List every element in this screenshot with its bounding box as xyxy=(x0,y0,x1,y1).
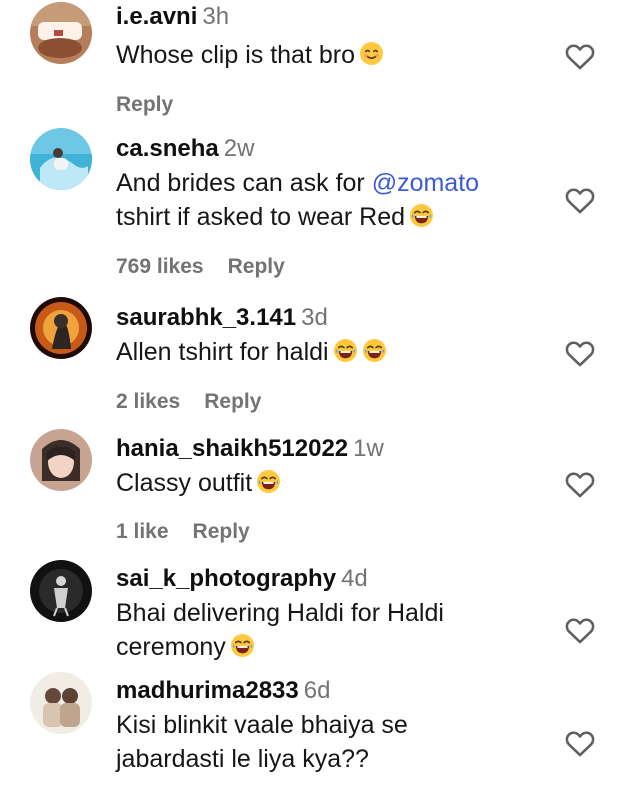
reply-button[interactable]: Reply xyxy=(228,255,285,278)
comment-actions: 2 likes Reply xyxy=(116,388,285,416)
comment-text-line1: Bhai delivering Haldi for Haldi xyxy=(116,599,444,627)
laughing-emoji xyxy=(256,469,281,494)
smiling-face-emoji xyxy=(359,41,384,66)
likes-count[interactable]: 2 likes xyxy=(116,390,180,413)
comment-meta: ca.sneha 2w xyxy=(116,134,254,164)
heart-icon[interactable] xyxy=(563,613,597,647)
likes-count[interactable]: 769 likes xyxy=(116,255,204,278)
heart-icon[interactable] xyxy=(563,39,597,73)
avatar[interactable] xyxy=(30,429,92,491)
comment-text-after: tshirt if asked to wear Red xyxy=(116,203,406,231)
reply-button[interactable]: Reply xyxy=(116,93,173,116)
heart-icon[interactable] xyxy=(563,336,597,370)
username[interactable]: ca.sneha xyxy=(116,135,219,162)
comment-time: 1w xyxy=(353,435,384,462)
comment-actions: Reply xyxy=(116,91,197,119)
comment-text-line2: ceremony xyxy=(116,633,226,661)
comment-text: Bhai delivering Haldi for Haldi ceremony xyxy=(116,596,546,664)
laughing-emoji xyxy=(362,338,387,363)
heart-icon[interactable] xyxy=(563,183,597,217)
comment-text: Whose clip is that bro xyxy=(116,38,546,72)
comment-text-content: Whose clip is that bro xyxy=(116,41,355,69)
username[interactable]: madhurima2833 xyxy=(116,677,299,704)
comment-time: 3d xyxy=(301,304,328,331)
comment-meta: madhurima2833 6d xyxy=(116,676,330,706)
comment-text-line2: jabardasti le liya kya?? xyxy=(116,745,369,773)
heart-icon[interactable] xyxy=(563,726,597,760)
username[interactable]: sai_k_photography xyxy=(116,565,336,592)
likes-count[interactable]: 1 like xyxy=(116,520,169,543)
avatar[interactable] xyxy=(30,672,92,734)
username[interactable]: hania_shaikh512022 xyxy=(116,435,348,462)
comment-text: Allen tshirt for haldi xyxy=(116,335,546,369)
comment-text: And brides can ask for @zomato tshirt if… xyxy=(116,166,546,234)
username[interactable]: saurabhk_3.141 xyxy=(116,304,296,331)
comment-actions: 1 like Reply xyxy=(116,518,274,546)
comment-time: 4d xyxy=(341,565,368,592)
comment-text-line1: Kisi blinkit vaale bhaiya se xyxy=(116,711,408,739)
comment-text: Kisi blinkit vaale bhaiya se jabardasti … xyxy=(116,708,546,776)
comment-time: 2w xyxy=(223,135,255,162)
comment-text-before: And brides can ask for xyxy=(116,169,365,197)
comment-text-content: Allen tshirt for haldi xyxy=(116,338,329,366)
username[interactable]: i.e.avni xyxy=(116,3,197,30)
avatar[interactable] xyxy=(30,297,92,359)
laughing-emoji xyxy=(333,338,358,363)
laughing-emoji xyxy=(409,203,434,228)
laughing-emoji xyxy=(230,633,255,658)
mention-link[interactable]: @zomato xyxy=(372,169,479,197)
avatar[interactable] xyxy=(30,128,92,190)
comment-actions: 769 likes Reply xyxy=(116,253,309,281)
comment-meta: i.e.avni 3h xyxy=(116,2,229,32)
comment-time: 6d xyxy=(303,677,331,704)
avatar[interactable] xyxy=(30,2,92,64)
comment-text: Classy outfit xyxy=(116,466,546,500)
comment-meta: hania_shaikh512022 1w xyxy=(116,434,384,464)
comment-meta: saurabhk_3.141 3d xyxy=(116,303,328,333)
avatar[interactable] xyxy=(30,560,92,622)
heart-icon[interactable] xyxy=(563,467,597,501)
comment-meta: sai_k_photography 4d xyxy=(116,564,368,594)
comment-time: 3h xyxy=(202,3,230,30)
comment-text-content: Classy outfit xyxy=(116,469,253,497)
reply-button[interactable]: Reply xyxy=(204,390,261,413)
reply-button[interactable]: Reply xyxy=(193,520,250,543)
